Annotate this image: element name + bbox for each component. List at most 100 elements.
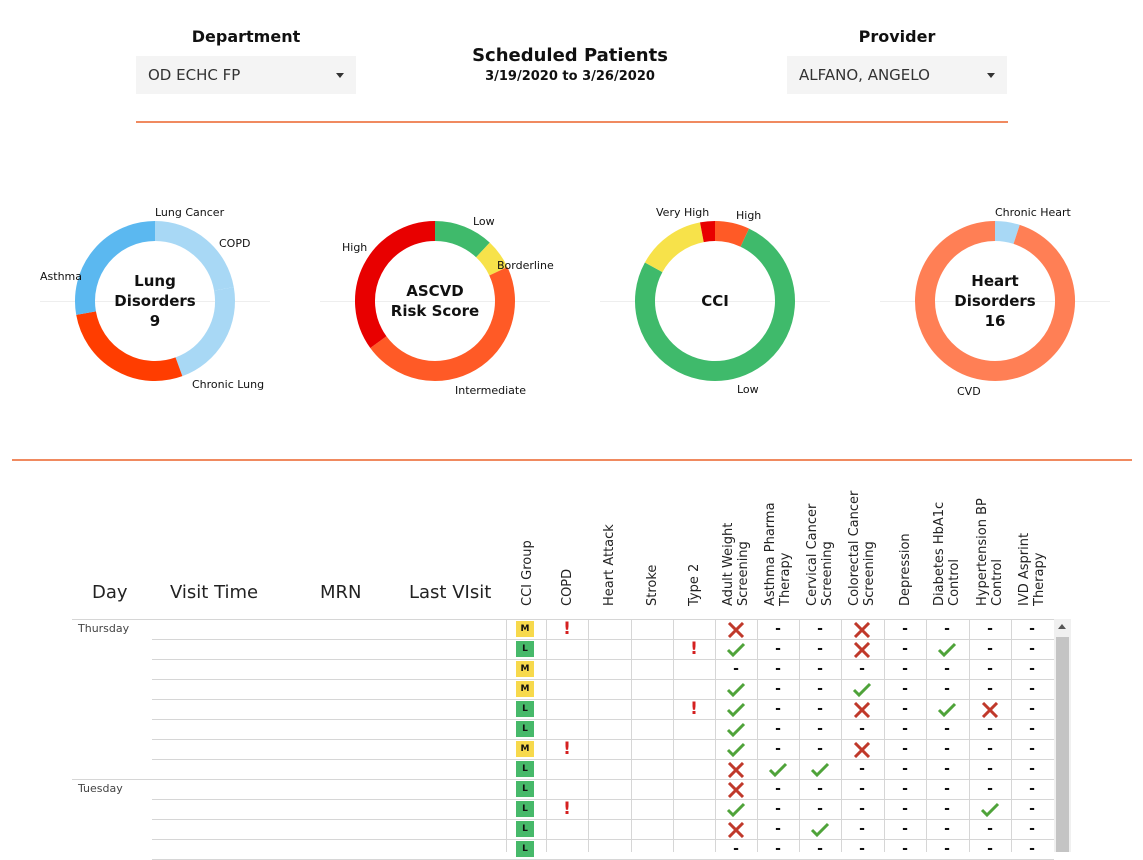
column-header-rotated[interactable]: IVD Asprint Therapy: [1017, 533, 1047, 606]
column-header-rotated[interactable]: Adult Weight Screening: [721, 523, 751, 606]
not-applicable-dash: -: [902, 741, 908, 757]
check-icon: [926, 700, 968, 718]
not-applicable-dash: -: [1029, 661, 1035, 677]
cci-group-badge: M: [516, 741, 534, 757]
not-applicable-dash: -: [859, 721, 865, 737]
scroll-up-icon[interactable]: [1058, 624, 1066, 629]
provider-label: Provider: [858, 27, 936, 46]
not-applicable-dash: -: [1029, 821, 1035, 837]
donut-slice[interactable]: [434, 221, 490, 258]
cross-icon: [715, 760, 757, 778]
scroll-thumb[interactable]: [1056, 637, 1069, 852]
donut-slice[interactable]: [700, 221, 716, 243]
column-header-rotated[interactable]: Diabetes HbA1c Control: [932, 502, 962, 606]
not-applicable-dash: -: [944, 841, 950, 857]
column-divider: [506, 619, 507, 852]
not-applicable-dash: -: [944, 721, 950, 737]
not-applicable-dash: -: [859, 841, 865, 857]
table-scrollbar[interactable]: [1054, 619, 1071, 852]
column-header-rotated[interactable]: CCI Group: [520, 540, 535, 606]
check-icon: [841, 680, 883, 698]
not-applicable-dash: -: [1029, 781, 1035, 797]
not-applicable-dash: -: [987, 621, 993, 637]
not-applicable-dash: -: [775, 641, 781, 657]
department-label: Department: [191, 27, 301, 46]
not-applicable-dash: -: [817, 661, 823, 677]
not-applicable-dash: -: [987, 741, 993, 757]
not-applicable-dash: -: [817, 801, 823, 817]
column-header-rotated[interactable]: Cervical Cancer Screening: [805, 504, 835, 606]
check-icon: [969, 800, 1011, 818]
column-header-rotated[interactable]: Asthma Pharma Therapy: [763, 502, 793, 606]
donut-slice[interactable]: [714, 221, 750, 247]
not-applicable-dash: -: [775, 621, 781, 637]
column-header[interactable]: MRN: [320, 582, 362, 603]
cci-group-badge: L: [516, 721, 534, 737]
check-icon: [715, 700, 757, 718]
not-applicable-dash: -: [775, 781, 781, 797]
not-applicable-dash: -: [987, 721, 993, 737]
not-applicable-dash: -: [944, 741, 950, 757]
alert-icon: !: [563, 619, 571, 639]
slice-label: Chronic Heart: [995, 206, 1071, 219]
alert-icon: !: [563, 799, 571, 819]
not-applicable-dash: -: [817, 841, 823, 857]
alert-icon: !: [690, 699, 698, 719]
donut-center-title: ASCVD Risk Score: [390, 282, 480, 320]
not-applicable-dash: -: [859, 761, 865, 777]
not-applicable-dash: -: [775, 681, 781, 697]
not-applicable-dash: -: [817, 741, 823, 757]
cci-group-badge: L: [516, 841, 534, 857]
not-applicable-dash: -: [775, 841, 781, 857]
cross-icon: [841, 700, 883, 718]
not-applicable-dash: -: [775, 801, 781, 817]
donut-slice[interactable]: [644, 222, 705, 273]
not-applicable-dash: -: [944, 821, 950, 837]
provider-select[interactable]: ALFANO, ANGELO: [787, 56, 1007, 94]
donut-center-title: CCI: [701, 292, 729, 310]
day-label: Thursday: [78, 622, 130, 635]
not-applicable-dash: -: [817, 701, 823, 717]
check-icon: [799, 820, 841, 838]
not-applicable-dash: -: [902, 801, 908, 817]
provider-value: ALFANO, ANGELO: [799, 66, 930, 84]
check-icon: [799, 760, 841, 778]
not-applicable-dash: -: [944, 621, 950, 637]
column-header-rotated[interactable]: Stroke: [645, 565, 660, 606]
column-header-rotated[interactable]: COPD: [560, 569, 575, 606]
column-header[interactable]: Visit Time: [170, 582, 258, 603]
slice-label: Chronic Lung: [192, 378, 265, 391]
not-applicable-dash: -: [1029, 721, 1035, 737]
cci-group-badge: M: [516, 681, 534, 697]
donut-slice[interactable]: [994, 221, 1020, 245]
alert-icon: !: [563, 739, 571, 759]
check-icon: [715, 740, 757, 758]
slice-label: Very High: [656, 206, 710, 219]
not-applicable-dash: -: [1029, 841, 1035, 857]
column-header-rotated[interactable]: Type 2: [687, 564, 702, 606]
column-header[interactable]: Day: [92, 582, 128, 603]
column-header[interactable]: Last VIsit: [409, 582, 491, 603]
slice-label: High: [736, 209, 762, 222]
not-applicable-dash: -: [902, 841, 908, 857]
not-applicable-dash: -: [902, 761, 908, 777]
column-header-rotated[interactable]: Hypertension BP Control: [975, 498, 1005, 606]
not-applicable-dash: -: [1029, 621, 1035, 637]
not-applicable-dash: -: [902, 621, 908, 637]
column-header-rotated[interactable]: Heart Attack: [602, 524, 617, 606]
cross-icon: [715, 820, 757, 838]
not-applicable-dash: -: [987, 681, 993, 697]
chevron-down-icon: [987, 73, 995, 78]
not-applicable-dash: -: [1029, 741, 1035, 757]
not-applicable-dash: -: [987, 781, 993, 797]
check-icon: [757, 760, 799, 778]
check-icon: [926, 640, 968, 658]
column-header-rotated[interactable]: Depression: [898, 533, 913, 606]
column-header-rotated[interactable]: Colorectal Cancer Screening: [847, 491, 877, 606]
cci-group-badge: M: [516, 661, 534, 677]
slice-label: Lung Cancer: [155, 206, 225, 219]
page-title: Scheduled Patients: [472, 45, 668, 66]
department-select[interactable]: OD ECHC FP: [136, 56, 356, 94]
not-applicable-dash: -: [902, 681, 908, 697]
check-icon: [715, 680, 757, 698]
